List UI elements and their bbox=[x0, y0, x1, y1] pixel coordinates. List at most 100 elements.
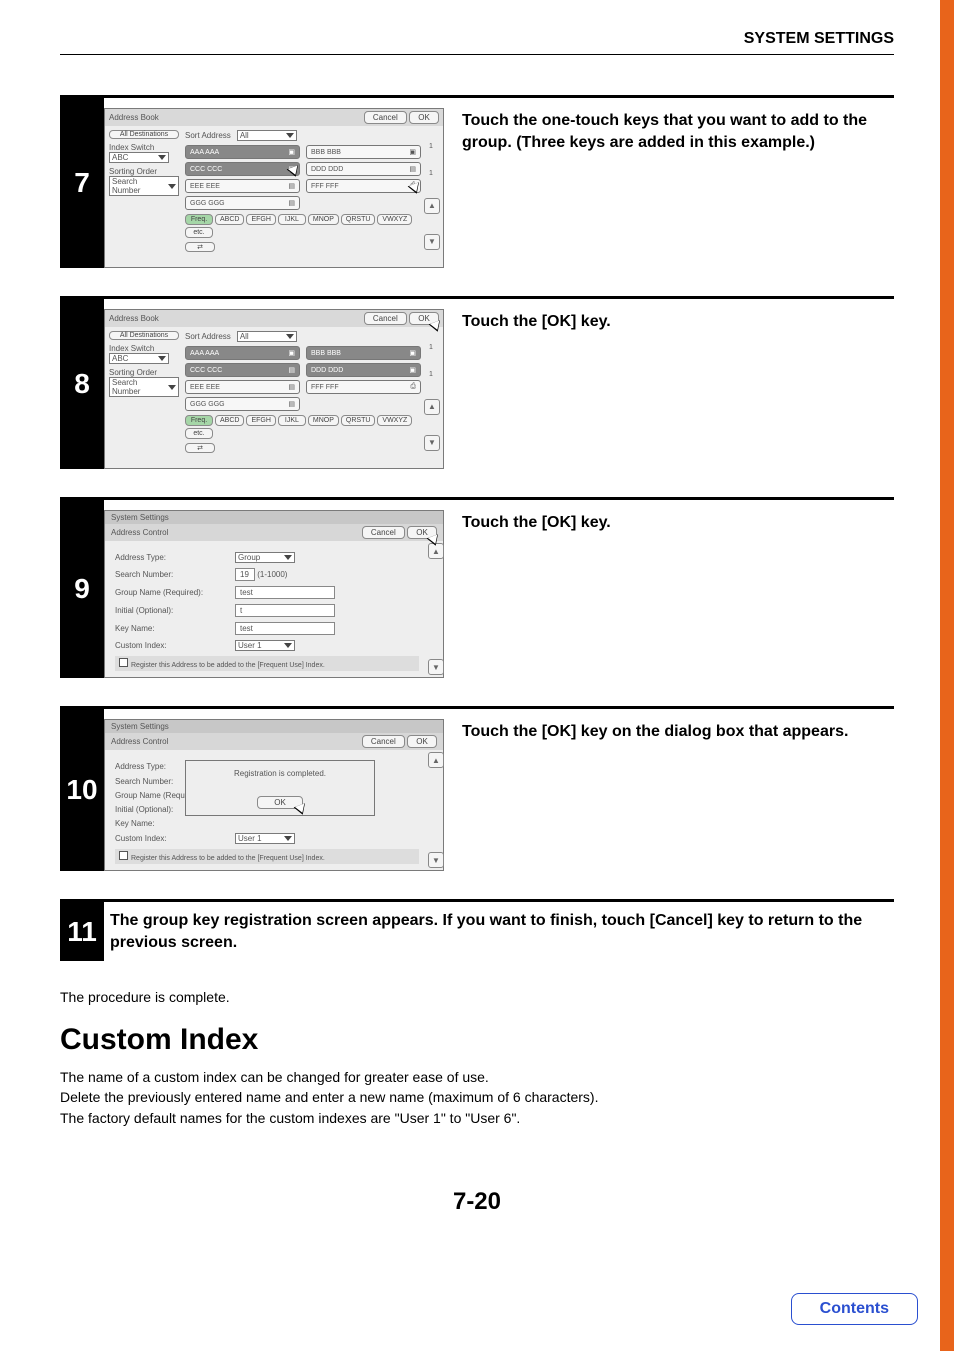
cursor-icon bbox=[429, 322, 443, 338]
scroll-controls: 1 1 ▲ ▼ bbox=[425, 342, 439, 453]
cancel-button[interactable]: Cancel bbox=[362, 735, 405, 748]
chevron-down-icon bbox=[284, 643, 292, 648]
field-label: Key Name: bbox=[115, 819, 235, 828]
search-number-input[interactable]: 19 bbox=[235, 568, 255, 581]
all-destinations-button[interactable]: All Destinations bbox=[109, 130, 179, 139]
onetouch-key[interactable]: BBB BBB▣ bbox=[306, 346, 421, 360]
scroll-up-button[interactable]: ▲ bbox=[424, 399, 440, 415]
onetouch-key[interactable]: EEE EEE▤ bbox=[185, 179, 300, 193]
tab[interactable]: QRSTU bbox=[341, 415, 376, 426]
chevron-down-icon bbox=[286, 334, 294, 339]
panel-subtitle: Address Control bbox=[111, 737, 168, 746]
custom-index-select[interactable]: User 1 bbox=[235, 640, 295, 651]
sort-address-label: Sort Address bbox=[185, 131, 231, 140]
onetouch-key[interactable]: AAA AAA▣ bbox=[185, 145, 300, 159]
completion-dialog: Registration is completed. OK bbox=[185, 760, 375, 816]
contents-button[interactable]: Contents bbox=[791, 1293, 918, 1325]
all-destinations-button[interactable]: All Destinations bbox=[109, 331, 179, 340]
scroll-down-button[interactable]: ▼ bbox=[428, 659, 444, 675]
scroll-controls: ▲ ▼ bbox=[429, 750, 443, 870]
count-display: 1 bbox=[429, 143, 435, 150]
sorting-order-select[interactable]: Search Number bbox=[109, 176, 179, 196]
onetouch-key[interactable]: BBB BBB▣ bbox=[306, 145, 421, 159]
step-instruction: The group key registration screen appear… bbox=[110, 908, 894, 953]
tab[interactable]: MNOP bbox=[308, 214, 339, 225]
step-number: 7 bbox=[60, 98, 104, 268]
cursor-icon bbox=[294, 805, 308, 821]
onetouch-key[interactable]: CCC CCC▤ bbox=[185, 162, 300, 176]
onetouch-key[interactable]: GGG GGG▤ bbox=[185, 196, 300, 210]
group-name-input[interactable]: test bbox=[235, 586, 335, 599]
chevron-down-icon bbox=[284, 555, 292, 560]
tab[interactable]: Freq. bbox=[185, 214, 213, 225]
step-7: 7 Address Book Cancel OK All Destination… bbox=[60, 95, 894, 268]
onetouch-key[interactable]: FFF FFF⎙ bbox=[306, 380, 421, 394]
tab[interactable]: IJKL bbox=[278, 214, 306, 225]
chevron-down-icon bbox=[158, 356, 166, 361]
step-instruction: Touch the [OK] key. bbox=[462, 510, 894, 678]
tab[interactable]: etc. bbox=[185, 227, 213, 238]
step-8: 8 Address Book Cancel OK All Destinati bbox=[60, 296, 894, 469]
frequent-use-checkbox[interactable] bbox=[119, 851, 128, 860]
onetouch-key[interactable]: CCC CCC▤ bbox=[185, 363, 300, 377]
chevron-down-icon bbox=[158, 155, 166, 160]
onetouch-key[interactable]: DDD DDD▤ bbox=[306, 162, 421, 176]
onetouch-key[interactable]: FFF FFF⎙ bbox=[306, 179, 421, 193]
tab[interactable]: EFGH bbox=[246, 214, 275, 225]
initial-input[interactable]: t bbox=[235, 604, 335, 617]
key-name-input[interactable]: test bbox=[235, 622, 335, 635]
doc-icon: ▣ bbox=[409, 148, 416, 156]
hint-text: (1-1000) bbox=[257, 570, 287, 579]
index-tabbar: Freq. ABCD EFGH IJKL MNOP QRSTU VWXYZ et… bbox=[185, 415, 421, 439]
tab[interactable]: VWXYZ bbox=[377, 214, 412, 225]
scroll-down-button[interactable]: ▼ bbox=[424, 435, 440, 451]
sort-address-select[interactable]: All bbox=[237, 331, 297, 342]
tab[interactable]: ABCD bbox=[215, 415, 244, 426]
chevron-down-icon bbox=[168, 385, 176, 390]
scroll-down-button[interactable]: ▼ bbox=[428, 852, 444, 868]
body-text: Delete the previously entered name and e… bbox=[60, 1087, 894, 1107]
cancel-button[interactable]: Cancel bbox=[364, 111, 407, 124]
tab[interactable]: etc. bbox=[185, 428, 213, 439]
tab[interactable]: ABCD bbox=[215, 214, 244, 225]
panel-title: Address Book bbox=[109, 314, 159, 323]
index-switch-select[interactable]: ABC bbox=[109, 152, 169, 163]
toggle-button[interactable]: ⇄ bbox=[185, 443, 215, 453]
tab[interactable]: VWXYZ bbox=[377, 415, 412, 426]
custom-index-select[interactable]: User 1 bbox=[235, 833, 295, 844]
ok-button[interactable]: OK bbox=[409, 111, 439, 124]
tab[interactable]: MNOP bbox=[308, 415, 339, 426]
register-text: Register this Address to be added to the… bbox=[131, 662, 325, 669]
ok-button[interactable]: OK bbox=[407, 735, 437, 748]
tab[interactable]: IJKL bbox=[278, 415, 306, 426]
cursor-icon bbox=[427, 536, 441, 552]
index-tabbar: Freq. ABCD EFGH IJKL MNOP QRSTU VWXYZ et… bbox=[185, 214, 421, 238]
step-instruction: Touch the [OK] key on the dialog box tha… bbox=[462, 719, 894, 871]
frequent-use-checkbox[interactable] bbox=[119, 658, 128, 667]
scroll-down-button[interactable]: ▼ bbox=[424, 234, 440, 250]
cursor-icon bbox=[408, 184, 422, 200]
onetouch-key[interactable]: GGG GGG▤ bbox=[185, 397, 300, 411]
index-switch-select[interactable]: ABC bbox=[109, 353, 169, 364]
sorting-order-select[interactable]: Search Number bbox=[109, 377, 179, 397]
step-instruction: Touch the one-touch keys that you want t… bbox=[462, 108, 894, 268]
tab[interactable]: EFGH bbox=[246, 415, 275, 426]
tab[interactable]: QRSTU bbox=[341, 214, 376, 225]
step-number: 11 bbox=[60, 902, 104, 961]
address-type-select[interactable]: Group bbox=[235, 552, 295, 563]
onetouch-key[interactable]: DDD DDD▣ bbox=[306, 363, 421, 377]
scroll-up-button[interactable]: ▲ bbox=[428, 752, 444, 768]
step-9: 9 System Settings Address Control Cancel… bbox=[60, 497, 894, 678]
onetouch-key[interactable]: EEE EEE▤ bbox=[185, 380, 300, 394]
field-label: Key Name: bbox=[115, 624, 235, 633]
scroll-up-button[interactable]: ▲ bbox=[424, 198, 440, 214]
sort-address-select[interactable]: All bbox=[237, 130, 297, 141]
chevron-down-icon bbox=[284, 836, 292, 841]
cancel-button[interactable]: Cancel bbox=[364, 312, 407, 325]
toggle-button[interactable]: ⇄ bbox=[185, 242, 215, 252]
tab[interactable]: Freq. bbox=[185, 415, 213, 426]
panel-title: System Settings bbox=[105, 511, 443, 524]
dialog-ok-button[interactable]: OK bbox=[257, 796, 303, 809]
cancel-button[interactable]: Cancel bbox=[362, 526, 405, 539]
onetouch-key[interactable]: AAA AAA▣ bbox=[185, 346, 300, 360]
